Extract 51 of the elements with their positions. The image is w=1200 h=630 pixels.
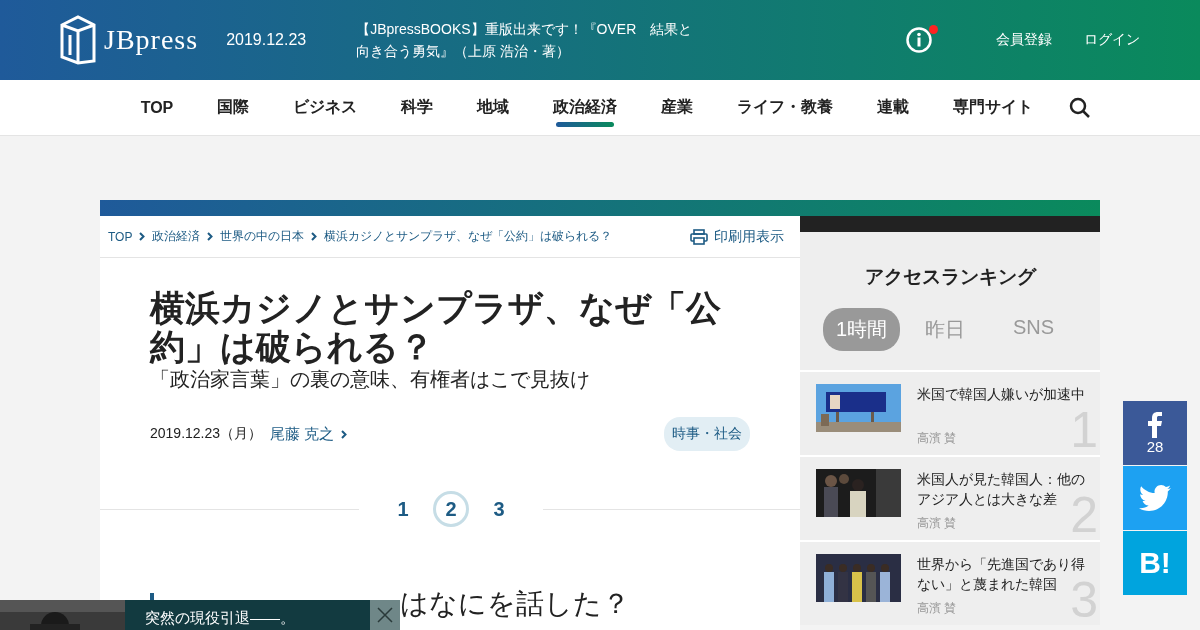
bird-icon: [1139, 485, 1171, 511]
page-link[interactable]: 2: [433, 491, 469, 527]
header-link[interactable]: ログイン: [1084, 31, 1140, 49]
breadcrumb-link[interactable]: 政治経済: [152, 228, 201, 245]
nav-tab[interactable]: 連載: [855, 80, 932, 135]
article-date: 2019.12.23（月）: [150, 425, 263, 443]
ranking-author: 高濱 賛: [917, 600, 958, 617]
author-link[interactable]: 尾藤 克之: [270, 424, 335, 444]
close-button[interactable]: [370, 600, 400, 630]
ranking-author: 高濱 賛: [917, 515, 958, 532]
nav-tab[interactable]: 政治経済: [531, 80, 640, 135]
article-title: 横浜カジノとサンプラザ、なぜ「公約」は破られる？: [150, 288, 722, 366]
facebook-share-button[interactable]: 28: [1123, 401, 1187, 465]
ranking-article-link[interactable]: 米国で韓国人嫌いが加速中: [917, 384, 1087, 426]
nav-tab[interactable]: 産業: [639, 80, 716, 135]
header-link[interactable]: 会員登録: [996, 31, 1052, 49]
ad-text[interactable]: 突然の現役引退――。: [125, 600, 370, 630]
chevron-icon: [139, 232, 146, 241]
section-heading: はなにを話した？: [400, 587, 630, 621]
nav-tab[interactable]: 科学: [379, 80, 456, 135]
logo-text[interactable]: JBpress: [104, 24, 199, 56]
info-icon[interactable]: [906, 27, 932, 53]
chevron-icon: [341, 429, 348, 439]
article-subtitle: 「政治家言葉」の裏の意味、有権者はこで見抜け: [150, 367, 591, 392]
cube-logo-icon: [60, 15, 96, 65]
nav-tab[interactable]: TOP: [118, 80, 196, 135]
nav-tab[interactable]: ビジネス: [271, 80, 380, 135]
category-tag[interactable]: 時事・社会: [664, 417, 750, 451]
ranking-article-link[interactable]: 世界から「先進国であり得ない」と蔑まれた韓国: [917, 554, 1087, 596]
twitter-share-button[interactable]: [1123, 466, 1187, 530]
nav-tab[interactable]: 地域: [455, 80, 532, 135]
breadcrumb-link[interactable]: 世界の中の日本: [220, 228, 305, 245]
nav-tab[interactable]: ライフ・教養: [715, 80, 856, 135]
printer-icon: [690, 228, 708, 245]
print-link[interactable]: 印刷用表示: [690, 227, 792, 246]
ranking-article-link[interactable]: 米国人が見た韓国人：他のアジア人とは大きな差: [917, 469, 1087, 511]
breadcrumb-link[interactable]: 横浜カジノとサンプラザ、なぜ「公約」は破られる？: [324, 228, 613, 245]
breadcrumb-link[interactable]: TOP: [108, 229, 133, 244]
chevron-icon: [207, 232, 214, 241]
chevron-icon: [311, 232, 318, 241]
ranking-title: アクセスランキング: [864, 265, 1036, 289]
facebook-icon: [1148, 411, 1162, 438]
notice-link[interactable]: 【JBpressBOOKS】重版出来です！『OVER 結果と向き合う勇気』（上原 浩治・著）: [356, 18, 702, 62]
nav-tab[interactable]: 専門サイト: [931, 80, 1056, 135]
nav-tab[interactable]: 国際: [195, 80, 272, 135]
header-date: 2019.12.23: [226, 31, 307, 49]
search-icon[interactable]: [1069, 96, 1092, 119]
page-link[interactable]: 3: [481, 491, 517, 527]
page-link[interactable]: 1: [385, 491, 421, 527]
close-icon: [376, 606, 394, 624]
ranking-author: 高濱 賛: [917, 430, 958, 447]
